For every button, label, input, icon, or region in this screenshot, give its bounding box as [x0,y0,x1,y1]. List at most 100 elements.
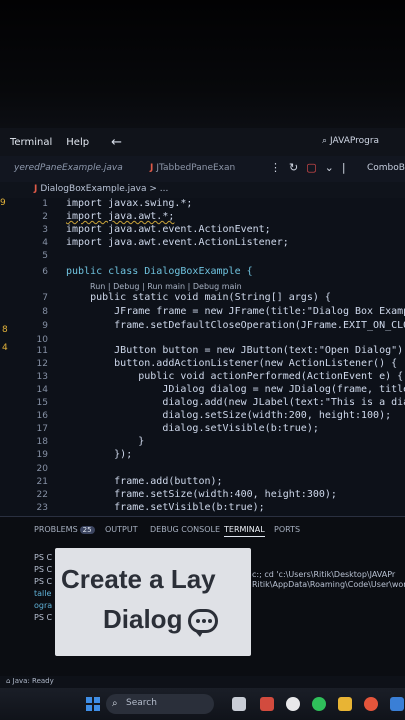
line-number: 13 [36,372,48,382]
speech-bubble-icon [188,609,219,638]
panel-tabs: PROBLEMS 25 OUTPUT DEBUG CONSOLE TERMINAL… [0,521,405,539]
code-text: }); [66,449,133,460]
code-line: 5 [0,250,405,264]
line-number: 23 [36,503,48,513]
restart-icon[interactable]: ↻ [289,161,298,174]
tab-output[interactable]: OUTPUT [105,525,138,534]
task-view-icon[interactable] [232,697,246,711]
app-icon[interactable] [260,697,274,711]
java-file-icon: J [34,184,38,194]
editor-toolbar: ⋮ ↻ ▢ ⌄ | [270,161,346,174]
breadcrumb[interactable]: J DialogBoxExample.java > ... [0,182,405,198]
code-text: frame.setSize(width:400, height:300); [66,489,337,500]
menu-help[interactable]: Help [66,137,89,148]
code-line: 3 import java.awt.event.ActionEvent; [0,224,405,238]
tab-terminal[interactable]: TERMINAL [224,525,265,537]
line-number: 19 [36,450,48,460]
tab-layered-pane[interactable]: yeredPaneExample.java [14,163,123,173]
terminal-line: PS C [34,613,53,622]
code-line: 14 JDialog dialog = new JDialog(frame, t… [0,384,405,398]
terminal-line: PS C [34,553,53,562]
line-number: 2 [42,212,48,222]
line-number: 1 [42,199,48,209]
code-text: dialog.setSize(width:200, height:100); [66,410,392,421]
windows-start-icon[interactable] [86,697,100,711]
terminal-line: ogra [34,601,53,610]
line-number: 20 [36,464,48,474]
editor-tab-bar: yeredPaneExample.java J JTabbedPaneExan ⋮… [0,156,405,182]
workspace-name: JAVAProgra [330,136,380,146]
code-line: 16 dialog.setSize(width:200, height:100)… [0,410,405,424]
terminal-line: PS C [34,565,53,574]
status-bar: ⌂ Java: Ready [0,676,405,688]
code-line: 2 import java.awt.*; [0,211,405,225]
code-line: 22 frame.setSize(width:400, height:300); [0,489,405,503]
app-icon[interactable] [286,697,300,711]
code-text: import java.awt.*; [66,211,175,222]
tab-ports[interactable]: PORTS [274,525,300,534]
line-number: 3 [42,225,48,235]
caption-line-2: Dialog [103,604,219,638]
line-number: 15 [36,398,48,408]
code-line: 20 [0,463,405,477]
terminal-command: Ritik\AppData\Roaming\Code\User\work [252,580,405,589]
java-status-icon: ⌂ [6,677,13,685]
code-line: 13 public void actionPerformed(ActionEve… [0,371,405,385]
line-number: 9 [42,321,48,331]
divider-icon: | [341,161,346,174]
java-status[interactable]: Java: Ready [13,677,54,685]
code-line: 12 button.addActionListener(new ActionLi… [0,358,405,372]
code-line: 18 } [0,436,405,450]
menu-terminal[interactable]: Terminal [10,137,52,148]
app-icon[interactable] [390,697,404,711]
line-number: 11 [36,346,48,356]
line-number: 4 [42,238,48,248]
file-explorer-icon[interactable] [338,697,352,711]
code-line: 7 public static void main(String[] args)… [0,292,405,306]
back-arrow-icon[interactable]: ← [111,135,122,150]
tab-label: JTabbedPaneExan [156,163,236,173]
code-line: 4 import java.awt.event.ActionListener; [0,237,405,251]
caption-line-1: Create a Lay [61,564,216,594]
code-line: 17 dialog.setVisible(b:true); [0,423,405,437]
taskbar: ⌕ Search [0,688,405,720]
code-line: 21 frame.add(button); [0,476,405,490]
video-caption-overlay: Create a Lay Dialog [55,548,251,656]
code-line: 23 frame.setVisible(b:true); [0,502,405,516]
codelens-run-debug[interactable]: Run | Debug | Run main | Debug main [90,282,242,291]
breadcrumb-text: DialogBoxExample.java > ... [40,184,169,194]
code-text: dialog.add(new JLabel(text:"This is a di… [162,397,405,408]
code-line: 11 JButton button = new JButton(text:"Op… [0,345,405,359]
code-editor[interactable]: 9 8 4 1 import javax.swing.*; 2 import jav… [0,198,405,516]
code-line: 15 dialog.add(new JLabel(text:"This is a… [0,397,405,411]
line-number: 18 [36,437,48,447]
line-number: 10 [36,335,48,345]
line-number: 17 [36,424,48,434]
line-number: 12 [36,359,48,369]
terminal-command: c:; cd 'c:\Users\Ritik\Desktop\JAVAPr [252,570,396,579]
taskbar-search[interactable]: ⌕ Search [106,694,214,714]
code-text: button.addActionListener(new ActionListe… [66,358,398,369]
tab-problems[interactable]: PROBLEMS 25 [34,525,95,534]
code-text: dialog.setVisible(b:true); [66,423,319,434]
search-icon: ⌕ [322,136,328,146]
command-center[interactable]: ⌕ JAVAProgra [322,136,379,146]
chevron-down-icon[interactable]: ⌄ [325,161,334,174]
java-file-icon: J [150,163,154,173]
terminal-line: talle [34,589,52,598]
stop-icon[interactable]: ▢ [306,161,316,174]
split-icon[interactable]: ⋮ [270,161,281,174]
code-text: frame.setVisible(b:true); [66,502,265,513]
code-line: 6 public class DialogBoxExample { [0,266,405,280]
code-text: JButton button = new JButton(text:"Open … [66,345,405,356]
chrome-icon[interactable] [364,697,378,711]
line-number: 5 [42,251,48,261]
whatsapp-icon[interactable] [312,697,326,711]
code-text: public void actionPerformed(ActionEvent … [66,371,404,382]
dark-top-area [0,0,405,128]
code-text: JDialog dialog = new JDialog(frame, titl… [162,384,405,395]
tab-combo-box[interactable]: ComboBo [367,163,405,173]
tab-tabbed-pane[interactable]: J JTabbedPaneExan [150,163,235,173]
tab-debug-console[interactable]: DEBUG CONSOLE [150,525,220,534]
line-number: 14 [36,385,48,395]
